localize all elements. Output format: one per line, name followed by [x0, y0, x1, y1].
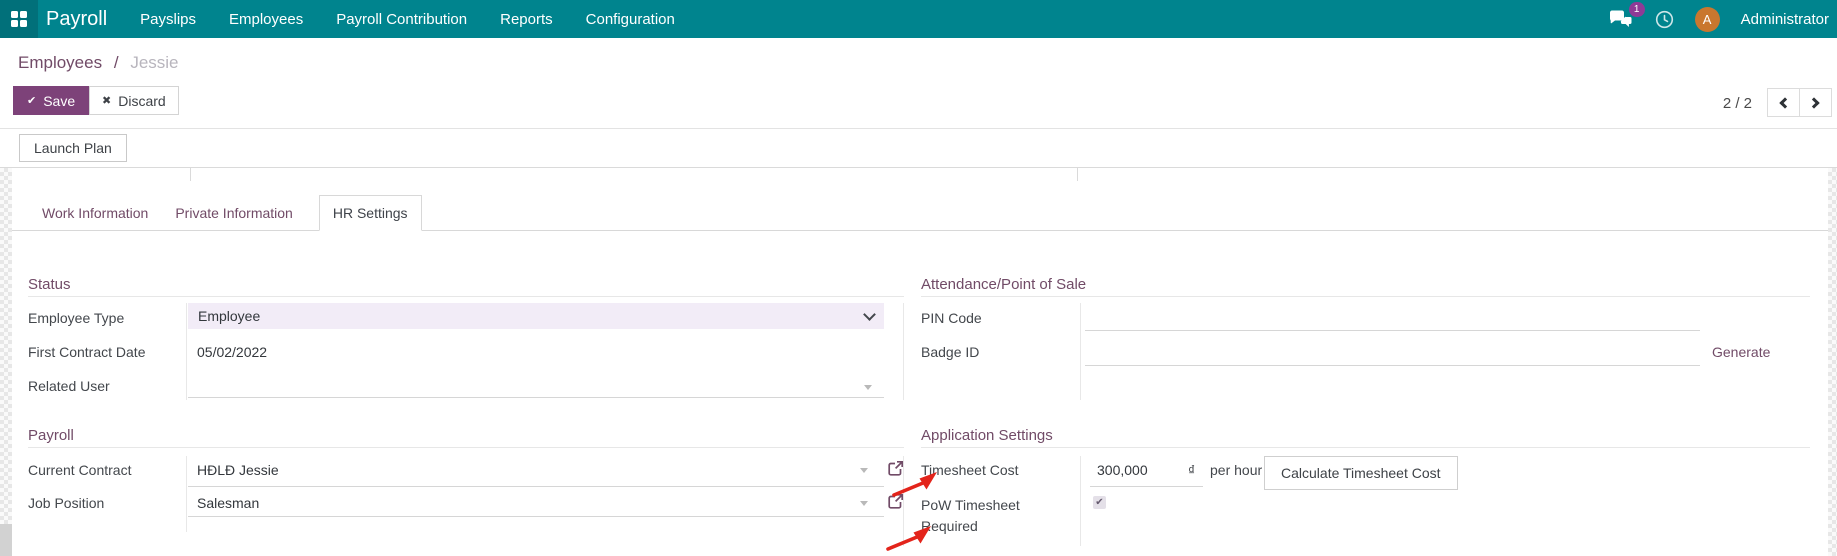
breadcrumb-separator: / — [113, 53, 119, 72]
first-contract-date-label: First Contract Date — [28, 344, 146, 360]
label-field-divider — [1080, 303, 1081, 400]
menu-item-payroll-contribution[interactable]: Payroll Contribution — [336, 11, 467, 28]
activities-button[interactable] — [1655, 10, 1674, 29]
save-button[interactable]: ✔ Save — [13, 86, 90, 115]
payroll-employee-form-page: Payroll Payslips Employees Payroll Contr… — [0, 0, 1837, 556]
chevron-right-icon — [1808, 96, 1820, 109]
chevron-left-icon — [1779, 96, 1791, 109]
current-contract-field-underline — [188, 486, 884, 487]
tab-hr-settings[interactable]: HR Settings — [318, 195, 422, 231]
application-settings-section-rule — [921, 447, 1810, 448]
payroll-section-rule — [28, 447, 904, 448]
menu-item-reports[interactable]: Reports — [500, 11, 553, 28]
job-position-dropdown-caret-icon[interactable] — [860, 501, 868, 506]
apps-menu-button[interactable] — [0, 0, 38, 38]
employee-type-label: Employee Type — [28, 310, 125, 326]
annotation-arrow-pow-required — [886, 526, 931, 551]
application-settings-section-title: Application Settings — [921, 427, 1053, 444]
check-icon: ✔ — [27, 95, 37, 107]
top-navbar: Payroll Payslips Employees Payroll Contr… — [0, 0, 1837, 38]
control-panel-divider — [0, 128, 1837, 129]
generate-badge-button[interactable]: Generate — [1712, 344, 1770, 360]
column-boundary-divider — [903, 303, 904, 400]
discard-button[interactable]: ✖ Discard — [89, 86, 179, 115]
chevron-down-icon — [863, 307, 876, 321]
label-field-divider — [186, 303, 187, 400]
record-pager — [1767, 88, 1832, 117]
apps-grid-icon — [11, 11, 27, 27]
status-section-rule — [28, 296, 904, 297]
current-contract-value[interactable]: HĐLĐ Jessie — [197, 462, 279, 478]
label-field-divider — [1080, 456, 1081, 546]
user-avatar[interactable]: A — [1694, 6, 1720, 32]
job-position-field-underline — [188, 516, 884, 517]
related-user-field-underline[interactable] — [188, 397, 884, 398]
pow-timesheet-required-checkbox[interactable]: ✔ — [1093, 496, 1106, 509]
calculate-timesheet-cost-button[interactable]: Calculate Timesheet Cost — [1264, 456, 1458, 490]
badge-id-field-underline[interactable] — [1085, 365, 1700, 366]
record-pager-count: 2 / 2 — [1722, 95, 1752, 112]
menu-item-configuration[interactable]: Configuration — [586, 11, 675, 28]
timesheet-cost-input[interactable]: 300,000 — [1097, 462, 1148, 478]
pager-next-button[interactable] — [1799, 88, 1832, 117]
menu-item-employees[interactable]: Employees — [229, 11, 303, 28]
tab-bar: Work Information Private Information HR … — [0, 195, 1837, 231]
related-user-dropdown-caret-icon[interactable] — [864, 385, 872, 390]
job-position-value[interactable]: Salesman — [197, 495, 259, 511]
breadcrumb: Employees / Jessie — [18, 53, 179, 73]
top-menu: Payslips Employees Payroll Contribution … — [140, 11, 675, 28]
messages-count-badge: 1 — [1628, 1, 1645, 17]
current-contract-dropdown-caret-icon[interactable] — [860, 468, 868, 473]
messages-button[interactable]: 1 — [1609, 1, 1645, 29]
status-section-title: Status — [28, 276, 71, 293]
currency-symbol: ₫ — [1188, 462, 1196, 478]
sheet-top-divider — [0, 167, 1837, 168]
breadcrumb-current-record: Jessie — [130, 53, 179, 72]
payroll-section-title: Payroll — [28, 427, 74, 444]
x-icon: ✖ — [102, 95, 112, 107]
column-divider-stub-right — [1077, 168, 1078, 181]
pin-code-field-underline[interactable] — [1085, 330, 1700, 331]
column-divider-stub-left — [190, 168, 191, 181]
left-scrollbar-thumb[interactable] — [0, 524, 12, 556]
checkmark-icon: ✔ — [1095, 497, 1104, 508]
per-hour-suffix: per hour — [1210, 462, 1263, 478]
annotation-arrow-timesheet-cost — [892, 472, 937, 497]
job-position-label: Job Position — [28, 495, 105, 511]
tab-work-information[interactable]: Work Information — [42, 195, 148, 231]
launch-plan-button[interactable]: Launch Plan — [19, 134, 127, 162]
menu-item-payslips[interactable]: Payslips — [140, 11, 196, 28]
current-contract-label: Current Contract — [28, 462, 132, 478]
user-name[interactable]: Administrator — [1741, 11, 1829, 28]
pin-code-label: PIN Code — [921, 310, 982, 326]
topbar-right-cluster: 1 A Administrator — [1609, 1, 1837, 32]
app-name[interactable]: Payroll — [46, 8, 107, 31]
related-user-label: Related User — [28, 378, 110, 394]
first-contract-date-value: 05/02/2022 — [197, 344, 268, 360]
badge-id-label: Badge ID — [921, 344, 980, 360]
timesheet-cost-field-underline — [1090, 486, 1203, 487]
attendance-section-title: Attendance/Point of Sale — [921, 276, 1087, 293]
label-field-divider — [186, 456, 187, 532]
employee-type-select[interactable]: Employee — [188, 303, 884, 329]
clock-icon — [1655, 10, 1673, 28]
breadcrumb-employees-link[interactable]: Employees — [18, 53, 102, 72]
attendance-section-rule — [921, 296, 1810, 297]
tab-private-information[interactable]: Private Information — [175, 195, 293, 231]
pager-previous-button[interactable] — [1767, 88, 1800, 117]
pow-timesheet-required-label: PoW Timesheet Required — [921, 497, 1020, 534]
